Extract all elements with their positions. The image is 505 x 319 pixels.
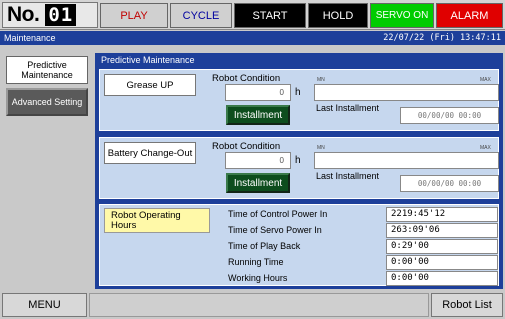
battery-hours-unit: h [295,155,301,166]
status-hold: HOLD [308,3,368,28]
screen-title: Maintenance [4,33,56,43]
grease-bar-max-label: MAX [480,77,491,83]
status-cycle: CYCLE [170,3,232,28]
operating-hours-section: Robot Operating Hours Time of Control Po… [98,203,500,287]
running-time-value: 0:00'00 [386,255,498,270]
status-play: PLAY [100,3,168,28]
bottom-status-area [89,293,429,317]
battery-hours-field: 0 [225,152,291,169]
control-power-in-label: Time of Control Power In [228,209,328,219]
grease-condition-label: Robot Condition [212,73,281,84]
status-start: START [234,3,306,28]
status-alarm: ALARM [436,3,503,28]
play-back-label: Time of Play Back [228,241,301,251]
battery-last-installment-value: 00/00/00 00:00 [400,175,499,192]
battery-bar-min-label: MN [317,145,325,151]
working-hours-value: 0:00'00 [386,271,498,286]
grease-label: Grease UP [104,74,196,96]
nav-advanced-setting[interactable]: Advanced Setting [6,88,88,116]
grease-hours-unit: h [295,87,301,98]
battery-last-installment-label: Last Installment [316,171,380,181]
battery-bar-max-label: MAX [480,145,491,151]
grease-last-installment-label: Last Installment [316,103,380,113]
panel-title: Predictive Maintenance [101,55,195,65]
operating-hours-label: Robot Operating Hours [104,208,210,233]
play-back-value: 0:29'00 [386,239,498,254]
robot-number-display: No. 01 [2,2,98,28]
robot-list-button[interactable]: Robot List [431,293,503,317]
battery-condition-bar [314,152,499,169]
battery-label: Battery Change-Out [104,142,196,164]
battery-condition-label: Robot Condition [212,141,281,152]
robot-number-value: 01 [45,4,77,26]
grease-section: Grease UP Robot Condition 0 h MN MAX Ins… [98,68,500,132]
servo-power-in-label: Time of Servo Power In [228,225,322,235]
working-hours-label: Working Hours [228,273,288,283]
grease-last-installment-value: 00/00/00 00:00 [400,107,499,124]
battery-installment-button[interactable]: Installment [226,173,290,193]
grease-installment-button[interactable]: Installment [226,105,290,125]
grease-hours-field: 0 [225,84,291,101]
grease-bar-min-label: MN [317,77,325,83]
robot-number-label: No. [7,3,40,26]
running-time-label: Running Time [228,257,284,267]
grease-condition-bar [314,84,499,101]
menu-button[interactable]: MENU [2,293,87,317]
datetime-display: 22/07/22 (Fri) 13:47:11 [383,33,501,43]
nav-predictive-maintenance[interactable]: Predictive Maintenance [6,56,88,84]
servo-power-in-value: 263:09'06 [386,223,498,238]
battery-section: Battery Change-Out Robot Condition 0 h M… [98,136,500,200]
predictive-maintenance-panel: Predictive Maintenance Grease UP Robot C… [95,53,503,289]
screen-title-bar: Maintenance 22/07/22 (Fri) 13:47:11 [0,31,505,45]
status-servo-on: SERVO ON [370,3,434,28]
control-power-in-value: 2219:45'12 [386,207,498,222]
